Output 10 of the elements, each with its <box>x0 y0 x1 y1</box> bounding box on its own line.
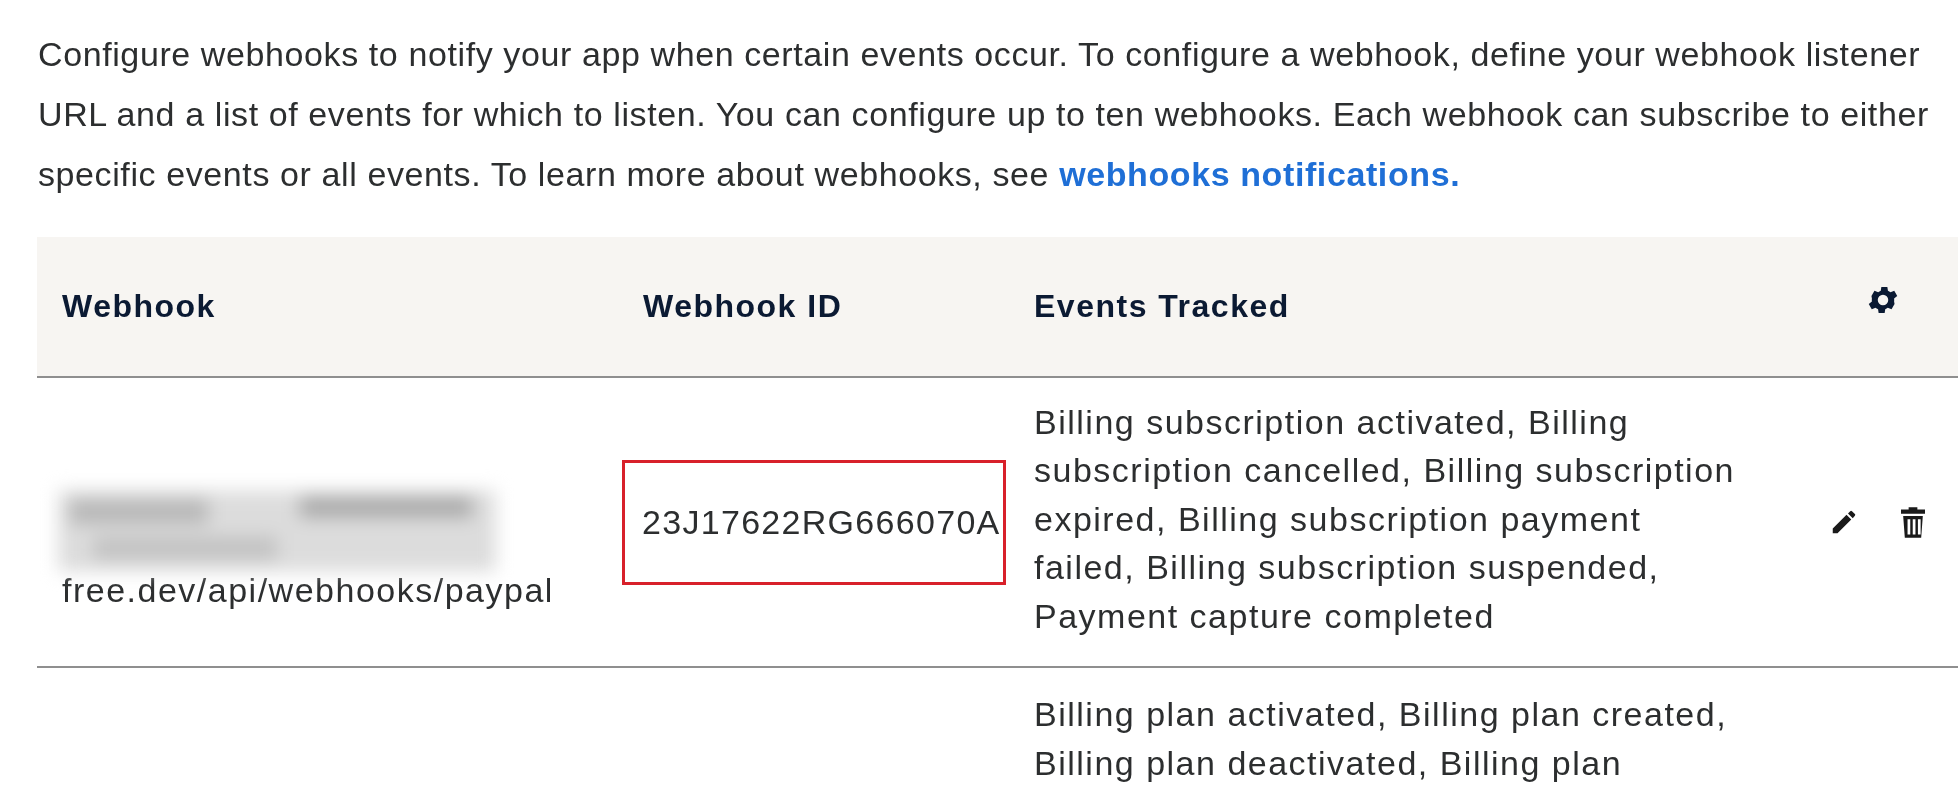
events-tracked: Billing plan activated, Billing plan created, Billing plan deactivated, Billing plan <box>1033 694 1729 784</box>
events-tracked: Billing subscription activated, Billing subscription cancelled, Billing subscription expired, Billing subscription payment failed, Billing subscription suspended, Payment capture completed <box>1033 401 1736 637</box>
webhook-id: 23J17622RG666070A <box>622 459 1006 585</box>
webhooks-notifications-link[interactable]: webhooks notifications. <box>1059 155 1461 193</box>
webhook-url: free.dev/api/webhooks/paypal <box>61 570 554 610</box>
column-header: Events Tracked <box>1033 288 1291 325</box>
column-header: Webhook <box>61 288 217 325</box>
intro-paragraph: Configure webhooks to notify your app when certain events occur. To configure a webhook, define your webhook listener URL and a list of events for which to listen. You can configure up to ten webhooks. Each webhook can subscribe to either specific events or all events. To learn more about webhooks, see webhooks notifications. <box>38 34 1930 195</box>
column-header: Webhook ID <box>642 288 844 325</box>
trash-icon[interactable] <box>1901 506 1925 538</box>
